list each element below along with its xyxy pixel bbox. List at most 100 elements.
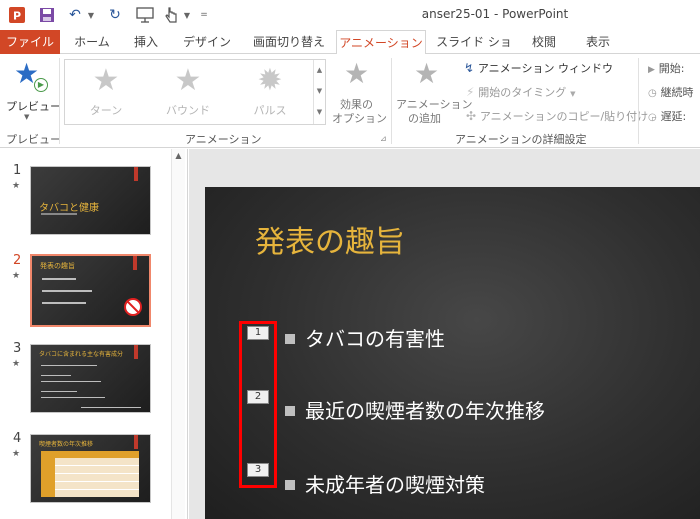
thumbnail-text-line [81, 407, 141, 408]
gallery-more-icon[interactable]: ▼ [314, 102, 325, 123]
thumbnail-title: 喫煙者数の年次推移 [39, 441, 94, 448]
thumbnail-text-line [41, 391, 77, 392]
trigger-label: 開始のタイミング [478, 86, 567, 99]
thumbnail-animation-star-icon: ★ [12, 449, 21, 459]
timing-start[interactable]: ▶ 開始: [648, 60, 684, 76]
tab-slideshow[interactable]: スライド ショー [432, 30, 516, 73]
thumbnail-text-line [42, 290, 92, 292]
group-divider [391, 58, 392, 144]
timing-duration-label: 継続時 [660, 86, 694, 99]
bounce-star-icon: ★ [174, 63, 202, 98]
trigger-icon: ⚡ [466, 85, 475, 99]
thumbnail-accent-bar [133, 256, 137, 270]
slide-title[interactable]: 発表の趣旨 [255, 217, 405, 261]
thumbnail-title: タバコに含まれる主な有害成分 [39, 351, 124, 358]
effect-options-button[interactable]: ★ 効果の オプション [330, 57, 387, 128]
gallery-item-label: ターン [89, 104, 123, 117]
effect-options-label-2: オプション [332, 112, 387, 125]
title-bar: P ↶ ▼ ↻ ▼ = anser25-01 - PowerPoint [0, 0, 700, 30]
group-divider [59, 58, 60, 144]
preview-label: プレビュー [6, 100, 61, 113]
trigger-button[interactable]: ⚡ 開始のタイミング ▼ [466, 84, 575, 102]
thumbnail-accent-bar [134, 435, 138, 449]
gallery-item-label: パルス [253, 104, 287, 117]
tab-insert[interactable]: 挿入 [124, 30, 168, 54]
thumbnail-scrollbar[interactable]: ▲ [171, 149, 185, 519]
thumbnail-text-line [41, 381, 101, 382]
thumbnail-table [41, 451, 139, 497]
thumbnail-slide-3[interactable]: タバコに含まれる主な有害成分 [30, 344, 151, 413]
window-title: anser25-01 - PowerPoint [421, 7, 569, 21]
animation-window-label: アニメーション ウィンドウ [477, 62, 613, 75]
animation-window-button[interactable]: ↯ アニメーション ウィンドウ [464, 60, 613, 78]
preview-group-label: プレビュー [6, 133, 61, 146]
thumbnail-pane: 1 ★ タバコと健康 2 ★ 発表の趣旨 3 ★ タバコに含まれる主な有害成分 … [0, 149, 188, 519]
turn-star-icon: ★ [92, 63, 120, 98]
thumbnail-slide-2[interactable]: 発表の趣旨 [30, 254, 151, 327]
thumbnail-accent-bar [134, 345, 138, 359]
add-animation-star-icon: ★ [414, 57, 440, 90]
bullet-marker [285, 406, 295, 416]
animation-painter-label: アニメーションのコピー/貼り付け [479, 110, 649, 123]
animation-gallery[interactable]: ★ ターン ★ バウンド ✹ パルス ▲ ▼ ▼ [64, 59, 326, 125]
duration-clock-icon: ◷ [648, 88, 657, 99]
thumbnail-number: 1 [13, 163, 22, 178]
tab-view[interactable]: 表示 [576, 30, 620, 54]
thumbnail-text-line [41, 397, 105, 398]
scroll-up-icon[interactable]: ▲ [172, 149, 185, 163]
animation-painter-icon: ✣ [466, 109, 477, 123]
advanced-group-label: アニメーションの詳細設定 [455, 133, 587, 146]
animation-window-icon: ↯ [464, 61, 475, 75]
dialog-launcher-icon[interactable]: ⊿ [380, 134, 387, 143]
thumbnail-number: 3 [13, 341, 22, 356]
start-play-icon: ▶ [648, 65, 655, 75]
animation-painter-button[interactable]: ✣ アニメーションのコピー/貼り付け [466, 108, 648, 126]
tab-file[interactable]: ファイル [0, 30, 60, 54]
timing-start-label: 開始: [658, 62, 685, 75]
gallery-item-turn[interactable]: ★ ターン [65, 60, 147, 124]
tab-review[interactable]: 校閲 [524, 30, 564, 54]
gallery-item-pulse[interactable]: ✹ パルス [229, 60, 311, 124]
thumbnail-number: 2 [13, 253, 22, 268]
gallery-scroll[interactable]: ▲ ▼ ▼ [313, 60, 325, 124]
thumbnail-text-line [42, 278, 76, 280]
highlight-box [239, 321, 277, 488]
delay-clock-icon: ◶ [648, 112, 657, 123]
tab-design[interactable]: デザイン [176, 30, 238, 54]
thumbnail-title: 発表の趣旨 [40, 262, 75, 270]
tab-transitions[interactable]: 画面切り替え [246, 30, 332, 54]
thumbnail-text-line [41, 365, 97, 366]
bullet-text-1[interactable]: タバコの有害性 [305, 323, 445, 352]
timing-duration[interactable]: ◷ 継続時 [648, 84, 694, 100]
add-animation-button[interactable]: ★ アニメーション の追加 [394, 57, 473, 128]
gallery-scroll-down-icon[interactable]: ▼ [314, 81, 325, 102]
thumbnail-animation-star-icon: ★ [12, 181, 21, 191]
effect-options-star-icon: ★ [344, 57, 370, 90]
thumbnail-slide-4[interactable]: 喫煙者数の年次推移 [30, 434, 151, 503]
slide-edit-area: 発表の趣旨 1 タバコの有害性 2 最近の喫煙者数の年次推移 3 未成年者の喫煙… [189, 149, 700, 519]
thumbnail-animation-star-icon: ★ [12, 271, 21, 281]
gallery-scroll-up-icon[interactable]: ▲ [314, 60, 325, 81]
bullet-marker [285, 480, 295, 490]
thumbnail-animation-star-icon: ★ [12, 359, 21, 369]
gallery-item-bounce[interactable]: ★ バウンド [147, 60, 229, 124]
timing-delay[interactable]: ◶ 遅延: [648, 108, 686, 124]
preview-dropdown-icon: ▼ [24, 113, 30, 121]
add-animation-label-2: の追加 [408, 112, 441, 125]
gallery-item-label: バウンド [166, 104, 210, 117]
bullet-text-3[interactable]: 未成年者の喫煙対策 [305, 469, 485, 498]
slide-canvas[interactable]: 発表の趣旨 1 タバコの有害性 2 最近の喫煙者数の年次推移 3 未成年者の喫煙… [205, 187, 700, 519]
thumbnail-accent-bar [134, 167, 138, 181]
thumbnail-slide-1[interactable]: タバコと健康 [30, 166, 151, 235]
play-icon: ▶ [34, 78, 48, 92]
tab-home[interactable]: ホーム [66, 30, 118, 54]
animation-group-label: アニメーション [185, 133, 262, 146]
pulse-gear-icon: ✹ [257, 63, 283, 98]
preview-button[interactable]: ★ ▶ プレビュー ▼ [2, 58, 61, 122]
tab-animation[interactable]: アニメーション [336, 30, 426, 55]
timing-delay-label: 遅延: [660, 110, 687, 123]
trigger-dropdown-icon: ▼ [570, 90, 576, 98]
thumbnail-number: 4 [13, 431, 22, 446]
thumbnail-subtitle-line [41, 213, 77, 215]
bullet-text-2[interactable]: 最近の喫煙者数の年次推移 [305, 395, 545, 424]
